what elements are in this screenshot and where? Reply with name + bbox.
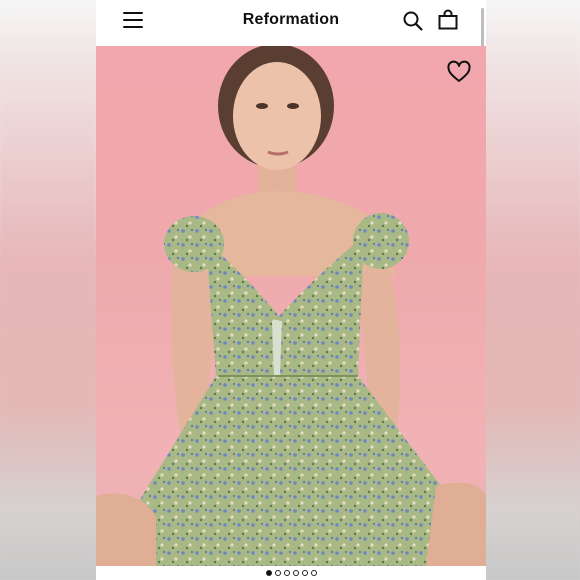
shopping-bag-icon (438, 9, 458, 30)
background-blur-left (0, 0, 96, 580)
carousel-dot-3[interactable] (283, 570, 290, 576)
search-icon (403, 11, 423, 31)
hamburger-menu-icon (123, 12, 143, 28)
heart-outline-icon (447, 60, 471, 82)
wishlist-button[interactable] (446, 60, 472, 84)
product-image[interactable] (96, 46, 486, 566)
carousel-dot-6[interactable] (310, 570, 317, 576)
background-blur-right (484, 0, 580, 580)
image-carousel-indicator (96, 566, 486, 580)
search-button[interactable] (402, 10, 424, 32)
top-nav-bar: Reformation (96, 0, 486, 46)
brand-logo[interactable]: Reformation (96, 11, 486, 29)
carousel-dot-4[interactable] (292, 570, 299, 576)
carousel-dot-2[interactable] (274, 570, 281, 576)
carousel-dot-1[interactable] (265, 570, 272, 576)
menu-button[interactable] (123, 12, 143, 30)
shopping-bag-button[interactable] (437, 9, 459, 31)
product-photo (96, 46, 486, 566)
carousel-dot-5[interactable] (301, 570, 308, 576)
phone-screen: Reformation (96, 0, 486, 580)
